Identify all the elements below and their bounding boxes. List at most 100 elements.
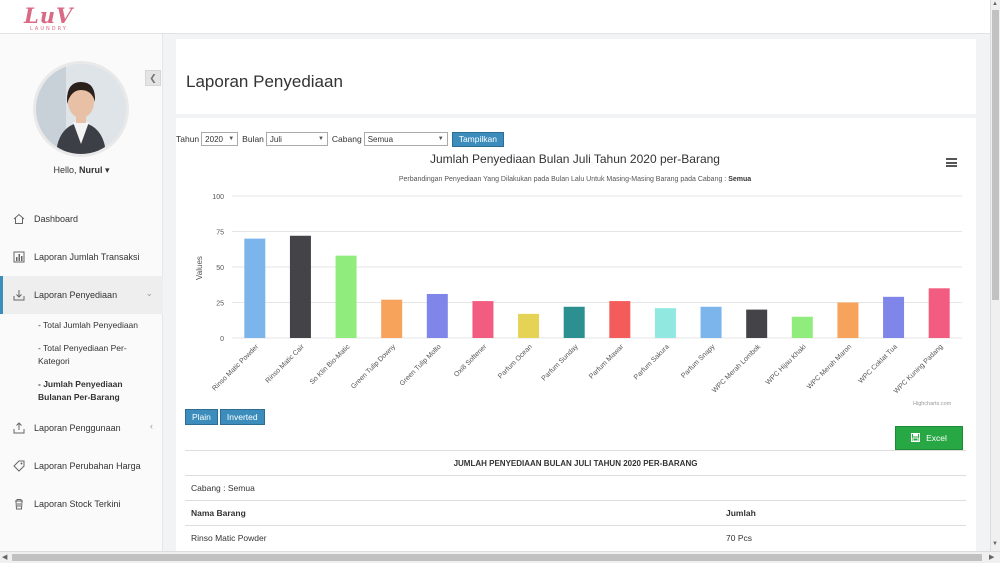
sidebar: ❮ Hello, Nurul ▾ Dashboard Laporan Jumla… <box>0 34 163 551</box>
table-row: Rinso Matic Powder 70 Pcs <box>185 525 966 550</box>
bar-green-tulip-downy[interactable] <box>381 299 403 338</box>
tampilkan-button[interactable]: Tampilkan <box>451 131 504 147</box>
sidebar-item-label: Laporan Perubahan Harga <box>34 461 141 471</box>
upload-icon <box>12 421 26 435</box>
dropdown-arrow-icon: ▼ <box>228 136 235 142</box>
scroll-left-icon[interactable]: ◀ <box>2 553 7 561</box>
bar-parfum-sunday[interactable] <box>563 306 585 338</box>
chevron-down-icon: ⌄ <box>145 288 153 298</box>
bulan-label: Bulan <box>242 134 264 144</box>
chart-subtitle: Perbandingan Penyediaan Yang Dilakukan p… <box>185 176 965 183</box>
bar-wpc-kuning-padang[interactable] <box>928 288 950 338</box>
sidebar-subitem-jumlah-bulanan[interactable]: - Jumlah Penyediaan Bulanan Per-Barang <box>0 373 163 409</box>
scroll-right-icon[interactable]: ▶ <box>989 553 994 561</box>
x-tick-label: WPC Kuning Padang <box>893 343 945 395</box>
table-cell-jumlah: 70 Pcs <box>726 533 752 543</box>
x-tick-label: Parfum Sakura <box>633 343 671 381</box>
cabang-value: Semua <box>367 134 394 144</box>
table-branch-text: Cabang : Semua <box>191 483 255 493</box>
chart-subtitle-branch: Semua <box>728 176 752 183</box>
sidebar-item-label: Dashboard <box>34 214 79 224</box>
bar-chart-icon <box>12 250 26 264</box>
cabang-label: Cabang <box>331 134 362 144</box>
horizontal-scrollbar[interactable]: ◀ ▶ <box>0 551 1000 563</box>
x-tick-label: Parfum Mawar <box>588 343 626 381</box>
x-tick-label: Rinso Matic Cair <box>265 343 307 385</box>
sidebar-item-laporan-penyediaan[interactable]: Laporan Penyediaan ⌄ <box>0 276 163 314</box>
excel-export-button[interactable]: Excel <box>895 426 963 450</box>
sidebar-collapse-button[interactable]: ❮ <box>145 70 161 86</box>
caret-down-icon: ▾ <box>105 165 110 175</box>
scroll-up-icon[interactable]: ▲ <box>992 1 998 7</box>
sidebar-subitem-total-per-kategori[interactable]: - Total Penyediaan Per-Kategori <box>0 337 163 373</box>
table-branch-row: Cabang : Semua <box>185 475 966 500</box>
brand-logo[interactable]: LuV LAUNDRY <box>22 3 92 32</box>
sidebar-item-laporan-perubahan-harga[interactable]: Laporan Perubahan Harga <box>0 447 163 485</box>
horizontal-scroll-thumb[interactable] <box>12 554 982 561</box>
bar-parfum-ocean[interactable] <box>518 313 540 338</box>
vertical-scrollbar[interactable]: ▲ ▼ <box>990 0 1000 551</box>
bar-wpc-merah-maron[interactable] <box>837 302 859 339</box>
top-bar: LuV LAUNDRY <box>0 0 1000 34</box>
inverted-button[interactable]: Inverted <box>219 409 265 425</box>
x-tick-label: WPC Merah Maron <box>806 343 853 390</box>
bar-rinso-matic-cair[interactable] <box>289 235 311 338</box>
chart-menu-icon[interactable] <box>946 158 957 167</box>
user-photo-icon <box>36 64 126 154</box>
greeting-text: Hello, <box>53 165 77 175</box>
column-header-nama-barang: Nama Barang <box>191 508 246 518</box>
table-cell-nama-barang: Rinso Matic Powder <box>191 533 267 543</box>
chevron-left-icon: ‹ <box>150 421 153 431</box>
bar-parfum-snapy[interactable] <box>700 306 722 338</box>
filter-bar: Tahun 2020 ▼ Bulan Juli ▼ Cabang Semua ▼… <box>176 131 504 147</box>
chart-credits[interactable]: Highcharts.com <box>913 401 951 407</box>
sidebar-subitem-total-jumlah[interactable]: - Total Jumlah Penyediaan <box>0 314 163 337</box>
bar-oxi8-softener[interactable] <box>472 301 494 338</box>
avatar <box>33 61 129 157</box>
bar-parfum-sakura[interactable] <box>654 308 676 338</box>
scroll-down-icon[interactable]: ▼ <box>992 541 998 547</box>
bar-rinso-matic-powder[interactable] <box>244 238 266 338</box>
column-header-jumlah: Jumlah <box>726 508 756 518</box>
y-tick-label: 100 <box>212 194 224 201</box>
sidebar-item-laporan-stock-terkini[interactable]: Laporan Stock Terkini <box>0 485 163 523</box>
x-tick-label: Green Tulip Downy <box>350 343 397 390</box>
tahun-select[interactable]: 2020 ▼ <box>201 132 239 146</box>
table-caption: JUMLAH PENYEDIAAN BULAN JULI TAHUN 2020 … <box>185 450 966 475</box>
vertical-scroll-thumb[interactable] <box>992 10 999 300</box>
chart-title: Jumlah Penyediaan Bulan Juli Tahun 2020 … <box>430 152 720 166</box>
save-icon <box>911 432 921 444</box>
bar-wpc-hijau-khaki[interactable] <box>791 316 813 338</box>
bar-wpc-coklat-tua[interactable] <box>883 296 905 338</box>
bar-so-klin-bio-matic[interactable] <box>335 255 357 338</box>
sidebar-item-laporan-penggunaan[interactable]: Laporan Penggunaan ‹ <box>0 409 163 447</box>
brand-name: LuV <box>24 3 74 28</box>
tag-icon <box>12 459 26 473</box>
excel-label: Excel <box>926 433 947 443</box>
page-title: Laporan Penyediaan <box>186 72 343 91</box>
x-tick-label: WPC Merah Lombok <box>711 343 762 394</box>
dropdown-arrow-icon: ▼ <box>317 136 324 142</box>
trash-icon <box>12 497 26 511</box>
bar-green-tulip-molto[interactable] <box>426 293 448 338</box>
sidebar-item-laporan-jumlah-transaksi[interactable]: Laporan Jumlah Transaksi <box>0 238 163 276</box>
cabang-select[interactable]: Semua ▼ <box>363 132 448 146</box>
sidebar-item-label: Laporan Penyediaan <box>34 290 118 300</box>
x-tick-label: Green Tulip Molto <box>399 343 443 387</box>
user-greeting[interactable]: Hello, Nurul ▾ <box>0 165 163 176</box>
x-tick-label: So Klin Bio-Matic <box>309 343 352 386</box>
plain-button[interactable]: Plain <box>185 409 218 425</box>
download-icon <box>12 288 26 302</box>
sidebar-item-label: Laporan Penggunaan <box>34 423 121 433</box>
bar-wpc-merah-lombok[interactable] <box>746 309 768 338</box>
x-tick-label: Rinso Matic Powder <box>211 343 260 392</box>
bulan-select[interactable]: Juli ▼ <box>265 132 328 146</box>
y-axis-label: Values <box>195 256 204 280</box>
chevron-left-icon: ❮ <box>149 72 157 83</box>
table-header-row: Nama Barang Jumlah <box>185 500 966 525</box>
bulan-value: Juli <box>269 134 282 144</box>
sidebar-item-dashboard[interactable]: Dashboard <box>0 200 163 238</box>
brand-tagline: LAUNDRY <box>30 26 68 32</box>
bar-parfum-mawar[interactable] <box>609 301 631 338</box>
y-tick-label: 25 <box>216 301 224 308</box>
